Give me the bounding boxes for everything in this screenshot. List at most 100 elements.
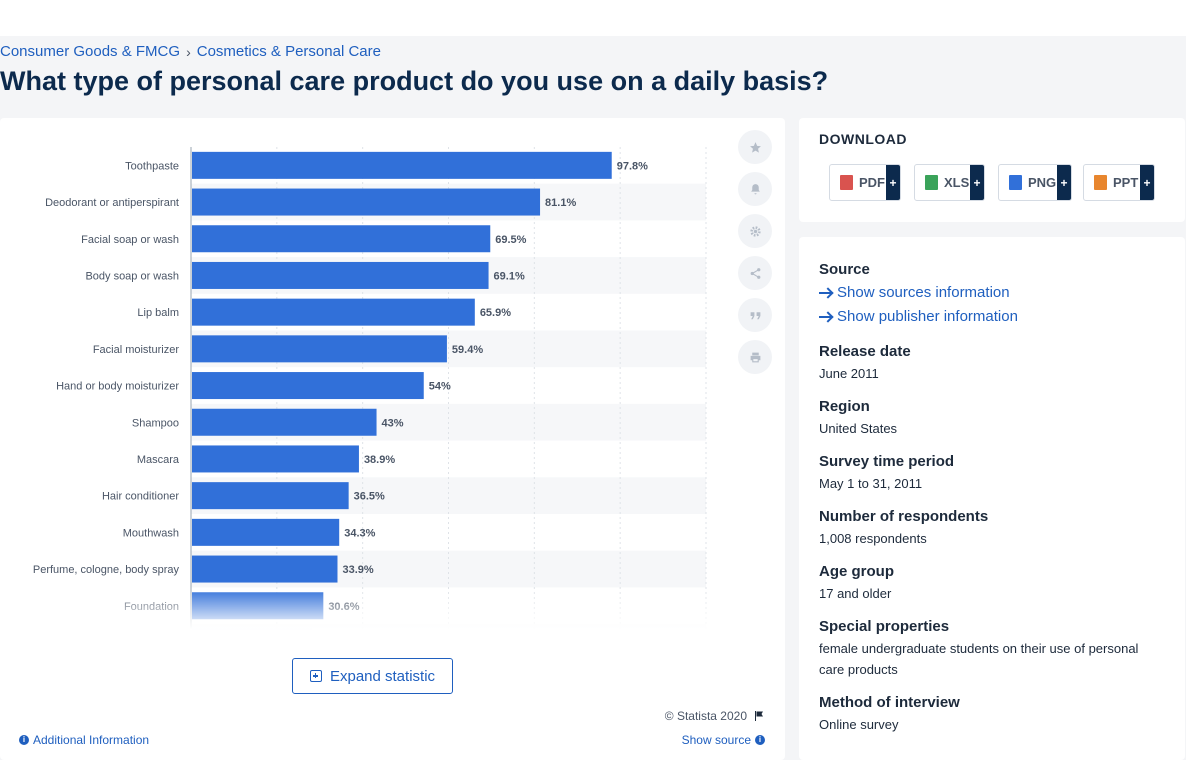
value-label: 38.9%	[364, 454, 395, 466]
bar	[192, 225, 491, 253]
special-properties-value: female undergraduate students on their u…	[819, 641, 1139, 677]
bar	[192, 188, 541, 216]
star-icon	[749, 141, 761, 153]
copyright-text: © Statista 2020	[664, 709, 747, 723]
bar	[192, 518, 340, 546]
breadcrumb-separator: ›	[186, 43, 191, 60]
chart-card: Toothpaste 97.8% Deodorant or antiperspira…	[0, 118, 785, 760]
cite-button[interactable]	[738, 298, 772, 332]
bar	[192, 408, 377, 436]
expand-icon	[309, 670, 322, 682]
info-icon: i	[755, 735, 765, 745]
bar	[192, 335, 447, 363]
source-title: Source	[819, 261, 870, 278]
additional-information-link[interactable]: i Additional Information	[19, 733, 149, 747]
category-label: Lip balm	[137, 307, 179, 319]
bar	[192, 261, 489, 289]
show-source-label: Show source	[681, 733, 751, 747]
value-label: 59.4%	[452, 344, 483, 356]
category-label: Deodorant or antiperspirant	[45, 197, 179, 209]
show-source-link[interactable]: Show source i	[682, 733, 765, 747]
favorite-button[interactable]	[738, 130, 772, 164]
top-bar	[0, 0, 1186, 36]
value-label: 54%	[429, 381, 451, 393]
settings-button[interactable]	[738, 214, 772, 248]
category-label: Perfume, cologne, body spray	[33, 564, 180, 576]
breadcrumb-item-consumer-goods[interactable]: Consumer Goods & FMCG	[0, 43, 180, 60]
pdf-plus-icon[interactable]: +	[886, 165, 900, 200]
interview-method-value: Online survey	[819, 717, 899, 732]
release-date-value: June 2011	[819, 366, 879, 381]
print-button[interactable]	[738, 340, 772, 374]
region-title: Region	[819, 398, 870, 415]
value-label: 69.5%	[495, 234, 526, 246]
special-properties-title: Special properties	[819, 618, 950, 635]
chart-fade-overlay	[0, 588, 720, 638]
breadcrumb: Consumer Goods & FMCG › Cosmetics & Pers…	[0, 43, 381, 60]
expand-statistic-label: Expand statistic	[329, 667, 436, 685]
download-ppt-label: PPT	[1113, 175, 1139, 190]
share-icon	[750, 267, 760, 279]
download-card: DOWNLOAD PDF + XLS + PNG + PPT +	[799, 118, 1185, 222]
interview-method-title: Method of interview	[819, 694, 960, 711]
additional-information-label: Additional Information	[33, 733, 150, 747]
download-title: DOWNLOAD	[819, 131, 907, 147]
category-label: Mouthwash	[123, 527, 179, 539]
bell-icon	[750, 183, 760, 194]
bar	[192, 445, 359, 473]
copyright: © Statista 2020	[665, 709, 765, 723]
download-pdf-label: PDF	[859, 175, 885, 190]
bar	[192, 482, 349, 510]
notification-button[interactable]	[738, 172, 772, 206]
xls-plus-icon[interactable]: +	[970, 165, 984, 200]
gear-icon	[749, 225, 761, 237]
png-plus-icon[interactable]: +	[1057, 165, 1071, 200]
show-publisher-link[interactable]: Show publisher information	[819, 308, 1018, 325]
download-pdf-button[interactable]: PDF +	[829, 164, 901, 201]
value-label: 81.1%	[545, 197, 576, 209]
download-xls-label: XLS	[944, 175, 970, 190]
value-label: 65.9%	[480, 307, 511, 319]
bar	[192, 555, 338, 583]
pdf-file-icon	[840, 175, 853, 190]
release-date-title: Release date	[819, 343, 911, 360]
category-label: Toothpaste	[125, 160, 179, 172]
bar-chart: Toothpaste 97.8% Deodorant or antiperspira…	[33, 147, 707, 638]
region-value: United States	[819, 421, 898, 436]
arrow-right-icon	[819, 315, 831, 318]
respondents-title: Number of respondents	[819, 508, 989, 525]
quote-icon	[750, 311, 760, 319]
share-button[interactable]	[738, 256, 772, 290]
category-label: Mascara	[137, 454, 180, 466]
breadcrumb-item-cosmetics[interactable]: Cosmetics & Personal Care	[197, 43, 381, 60]
ppt-file-icon	[1094, 175, 1107, 190]
age-group-title: Age group	[819, 563, 894, 580]
value-label: 36.5%	[354, 491, 385, 503]
download-ppt-button[interactable]: PPT +	[1083, 164, 1155, 201]
download-png-button[interactable]: PNG +	[998, 164, 1072, 201]
category-label: Body soap or wash	[85, 270, 179, 282]
expand-statistic-button[interactable]: Expand statistic	[292, 658, 453, 694]
category-label: Facial soap or wash	[81, 234, 179, 246]
bar	[192, 372, 424, 400]
chart-area: Toothpaste 97.8% Deodorant or antiperspira…	[0, 118, 720, 638]
page-title: What type of personal care product do yo…	[0, 66, 829, 96]
category-label: Hand or body moisturizer	[56, 381, 179, 393]
value-label: 69.1%	[494, 270, 525, 282]
respondents-value: 1,008 respondents	[819, 531, 927, 546]
statistic-details-card: Source Show sources information Show pub…	[799, 237, 1185, 760]
value-label: 97.8%	[617, 160, 648, 172]
category-label: Shampoo	[132, 417, 179, 429]
print-icon	[750, 352, 760, 362]
info-icon: i	[19, 735, 29, 745]
ppt-plus-icon[interactable]: +	[1140, 165, 1154, 200]
download-xls-button[interactable]: XLS +	[914, 164, 985, 201]
download-png-label: PNG	[1028, 175, 1057, 190]
survey-period-title: Survey time period	[819, 453, 955, 470]
category-label: Hair conditioner	[102, 491, 179, 503]
survey-period-value: May 1 to 31, 2011	[819, 476, 923, 491]
value-label: 43%	[382, 417, 404, 429]
show-sources-link[interactable]: Show sources information	[819, 284, 1010, 301]
show-publisher-label: Show publisher information	[837, 308, 1018, 325]
flag-icon[interactable]	[753, 710, 765, 722]
